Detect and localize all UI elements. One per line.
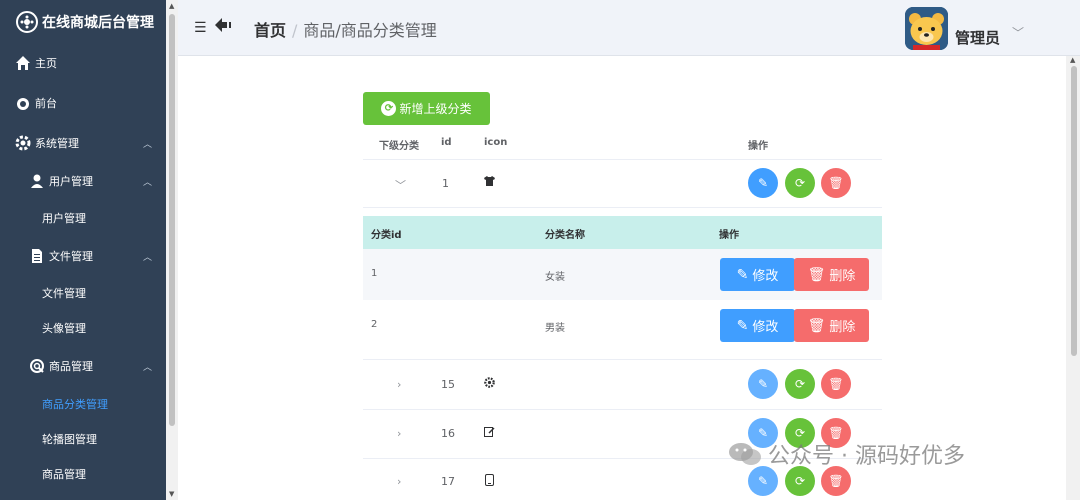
app-logo[interactable]: 在线商城后台管理 — [0, 0, 166, 44]
logo-icon — [16, 11, 38, 33]
sidebar-item-file-mgmt[interactable]: 文件管理 ︿ — [0, 245, 166, 267]
sidebar-item-user-mgmt[interactable]: 用户管理 ︿ — [0, 170, 166, 192]
sidebar-item-avatars[interactable]: 头像管理 — [0, 317, 166, 339]
sidebar-item-carousel[interactable]: 轮播图管理 — [0, 428, 166, 450]
sidebar-item-category[interactable]: 商品分类管理 — [0, 393, 166, 415]
breadcrumb: 首页 / 商品/商品分类管理 — [254, 17, 437, 41]
subcategory-table-header: 分类id 分类名称 操作 — [363, 216, 882, 249]
add-parent-category-button[interactable]: ⟳ 新增上级分类 — [363, 92, 490, 125]
sidebar-item-product-mgmt[interactable]: 商品管理 ︿ — [0, 355, 166, 377]
sidebar-item-home[interactable]: 主页 — [0, 52, 166, 74]
sidebar-item-files[interactable]: 文件管理 — [0, 282, 166, 304]
sidebar-item-system[interactable]: 系统管理 ︿ — [0, 132, 166, 154]
edit-category-button[interactable]: ✎ — [748, 369, 778, 399]
sub-row-id: 1 — [371, 268, 378, 279]
top-header: ☰ 首页 / 商品/商品分类管理 管理员 ﹀ — [178, 0, 1080, 56]
column-header-subcategory: 下级分类 — [379, 141, 419, 152]
sidebar-item-frontend[interactable]: 前台 — [0, 92, 166, 114]
delete-button[interactable]: 🗑 删除 — [794, 309, 869, 342]
row-id: 1 — [442, 177, 449, 190]
sub-row-id: 2 — [371, 319, 378, 330]
delete-category-button[interactable]: 🗑 — [821, 369, 851, 399]
add-subcategory-button[interactable]: ⟳ — [785, 369, 815, 399]
row-id: 15 — [441, 378, 455, 391]
cog-icon — [484, 377, 495, 391]
column-header-actions: 操作 — [748, 141, 768, 152]
circle-plus-icon: ⟳ — [381, 101, 397, 116]
scroll-up-icon[interactable]: ▲ — [169, 2, 174, 10]
app-title: 在线商城后台管理 — [42, 15, 154, 31]
shirt-icon — [484, 176, 495, 189]
sidebar-item-products[interactable]: 商品管理 — [0, 463, 166, 485]
expand-chevron-icon[interactable]: › — [397, 427, 401, 440]
add-subcategory-button[interactable]: ⟳ — [785, 466, 815, 496]
watermark: 公众号 · 源码好优多 — [728, 438, 965, 470]
breadcrumb-current: 商品/商品分类管理 — [303, 21, 437, 40]
edit-note-icon — [484, 426, 495, 440]
divider — [363, 207, 882, 208]
edit-icon: ✎ — [736, 266, 749, 282]
sub-row-name: 女装 — [545, 272, 565, 283]
gear-icon — [14, 134, 32, 152]
scroll-up-icon[interactable]: ▲ — [1070, 56, 1075, 64]
chevron-up-icon: ︿ — [142, 139, 152, 150]
back-arrow-icon[interactable] — [214, 17, 232, 38]
avatar[interactable] — [905, 7, 948, 50]
main-scrollbar[interactable]: ▲ — [1066, 56, 1080, 500]
watermark-text: 公众号 · 源码好优多 — [768, 444, 965, 469]
admin-name[interactable]: 管理员 — [955, 27, 1000, 48]
menu-toggle-icon[interactable]: ☰ — [194, 20, 207, 36]
main-scroll-thumb[interactable] — [1071, 66, 1077, 356]
scroll-down-icon[interactable]: ▼ — [169, 490, 174, 498]
table-row: 2 男装 ✎ 修改 🗑 删除 — [363, 300, 882, 351]
row-id: 17 — [441, 475, 455, 488]
sub-header-name: 分类名称 — [545, 230, 585, 241]
trash-icon: 🗑 — [807, 266, 826, 282]
chevron-up-icon: ︿ — [142, 177, 152, 188]
row-id: 16 — [441, 427, 455, 440]
chevron-up-icon: ︿ — [142, 252, 152, 263]
breadcrumb-home[interactable]: 首页 — [254, 21, 286, 40]
delete-category-button[interactable]: 🗑 — [821, 466, 851, 496]
edit-button[interactable]: ✎ 修改 — [720, 258, 795, 291]
chevron-up-icon: ︿ — [142, 362, 152, 373]
chevron-down-icon[interactable]: ﹀ — [1012, 24, 1024, 41]
delete-category-button[interactable]: 🗑 — [821, 168, 851, 198]
sub-header-actions: 操作 — [719, 230, 739, 241]
edit-icon: ✎ — [736, 317, 749, 333]
search-icon — [28, 357, 46, 375]
sub-header-id: 分类id — [371, 230, 402, 241]
sidebar: 在线商城后台管理 主页 前台 系统管理 ︿ 用户管理 ︿ 用户管理 文件管理 ︿… — [0, 0, 166, 500]
sidebar-scroll-thumb[interactable] — [169, 14, 175, 426]
expand-chevron-icon[interactable]: ﹀ — [395, 177, 406, 193]
edit-category-button[interactable]: ✎ — [748, 466, 778, 496]
divider — [363, 359, 882, 360]
drop-icon — [14, 94, 32, 112]
sidebar-item-users[interactable]: 用户管理 — [0, 207, 166, 229]
file-icon — [28, 247, 46, 265]
add-subcategory-button[interactable]: ⟳ — [785, 168, 815, 198]
column-header-id: id — [441, 137, 452, 148]
divider — [363, 409, 882, 410]
expand-chevron-icon[interactable]: › — [397, 475, 401, 488]
column-header-icon: icon — [484, 137, 508, 148]
divider — [363, 159, 882, 160]
home-icon — [14, 54, 32, 72]
edit-category-button[interactable]: ✎ — [748, 168, 778, 198]
expand-chevron-icon[interactable]: › — [397, 378, 401, 391]
edit-button[interactable]: ✎ 修改 — [720, 309, 795, 342]
delete-button[interactable]: 🗑 删除 — [794, 258, 869, 291]
sidebar-scrollbar[interactable]: ▲ ▼ — [166, 0, 178, 500]
breadcrumb-separator: / — [292, 21, 298, 40]
sub-row-name: 男装 — [545, 323, 565, 334]
user-icon — [28, 172, 46, 190]
phone-icon — [485, 474, 494, 489]
wechat-icon — [728, 441, 762, 467]
table-row: 1 女装 ✎ 修改 🗑 删除 — [363, 249, 882, 300]
trash-icon: 🗑 — [807, 317, 826, 333]
